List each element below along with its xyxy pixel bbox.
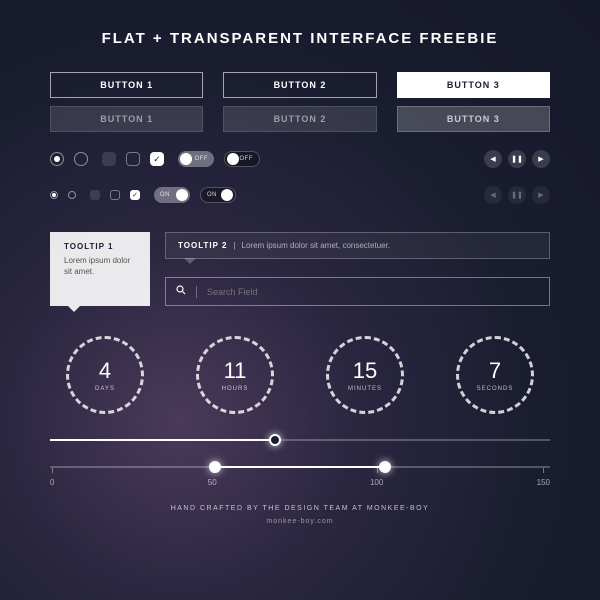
tooltip-dark-sep: | [233,241,235,250]
button-3[interactable]: BUTTON 3 [397,72,550,98]
checkbox-small-checked[interactable]: ✓ [130,190,140,200]
range-thumb-high[interactable] [379,461,391,473]
button-2-disabled[interactable]: BUTTON 2 [223,106,376,132]
media-prev-dim-icon[interactable]: ◀ [484,186,502,204]
countdown-days: 4DAYS [50,336,160,414]
countdown-hours: 11HOURS [180,336,290,414]
tooltip-dark: TOOLTIP 2 | Lorem ipsum dolor sit amet, … [165,232,550,259]
range-slider[interactable]: 0 50 100 150 [50,466,550,487]
tooltip-light-title: TOOLTIP 1 [64,242,136,251]
checkbox-small-unchecked[interactable] [90,190,100,200]
toggle-off-dark[interactable]: OFF [224,151,260,167]
button-row-secondary: BUTTON 1 BUTTON 2 BUTTON 3 [50,106,550,132]
media-next-dim-icon[interactable]: ▶ [532,186,550,204]
tooltip-dark-title: TOOLTIP 2 [178,241,227,250]
button-row-primary: BUTTON 1 BUTTON 2 BUTTON 3 [50,72,550,98]
media-next-icon[interactable]: ▶ [532,150,550,168]
radio-large-checked[interactable] [50,152,64,166]
search-divider [196,286,197,298]
controls-row-small: ✓ ON ON ◀ ❚❚ ▶ [50,186,550,204]
radio-small-unchecked[interactable] [68,191,76,199]
slider-thumb[interactable] [269,434,281,446]
tooltip-light-body: Lorem ipsum dolor sit amet. [64,255,136,277]
page-title: FLAT + TRANSPARENT INTERFACE FREEBIE [50,30,550,47]
radio-small-checked[interactable] [50,191,58,199]
checkbox-small-outlined[interactable] [110,190,120,200]
button-3-disabled[interactable]: BUTTON 3 [397,106,550,132]
countdown-seconds: 7SECONDS [440,336,550,414]
media-pause-icon[interactable]: ❚❚ [508,150,526,168]
footer-credit: HAND CRAFTED BY THE DESIGN TEAM AT MONKE… [50,505,550,512]
range-thumb-low[interactable] [209,461,221,473]
tooltip-light: TOOLTIP 1 Lorem ipsum dolor sit amet. [50,232,150,306]
range-scale: 0 50 100 150 [50,478,550,487]
button-1[interactable]: BUTTON 1 [50,72,203,98]
checkbox-large-unchecked[interactable] [102,152,116,166]
toggle-on-dark[interactable]: ON [200,187,236,203]
button-1-disabled[interactable]: BUTTON 1 [50,106,203,132]
toggle-off-light[interactable]: OFF [178,151,214,167]
checkbox-large-outlined[interactable] [126,152,140,166]
footer-url: monkee-boy.com [50,518,550,525]
controls-row-large: ✓ OFF OFF ◀ ❚❚ ▶ [50,150,550,168]
search-input[interactable] [207,287,539,297]
search-icon [176,285,186,298]
media-pause-dim-icon[interactable]: ❚❚ [508,186,526,204]
single-slider[interactable] [50,439,550,441]
radio-large-unchecked[interactable] [74,152,88,166]
checkbox-large-checked[interactable]: ✓ [150,152,164,166]
countdown-minutes: 15MINUTES [310,336,420,414]
button-2[interactable]: BUTTON 2 [223,72,376,98]
media-prev-icon[interactable]: ◀ [484,150,502,168]
tooltip-dark-body: Lorem ipsum dolor sit amet, consectetuer… [242,241,391,250]
search-field[interactable] [165,277,550,306]
countdown: 4DAYS 11HOURS 15MINUTES 7SECONDS [50,336,550,414]
toggle-on-light[interactable]: ON [154,187,190,203]
